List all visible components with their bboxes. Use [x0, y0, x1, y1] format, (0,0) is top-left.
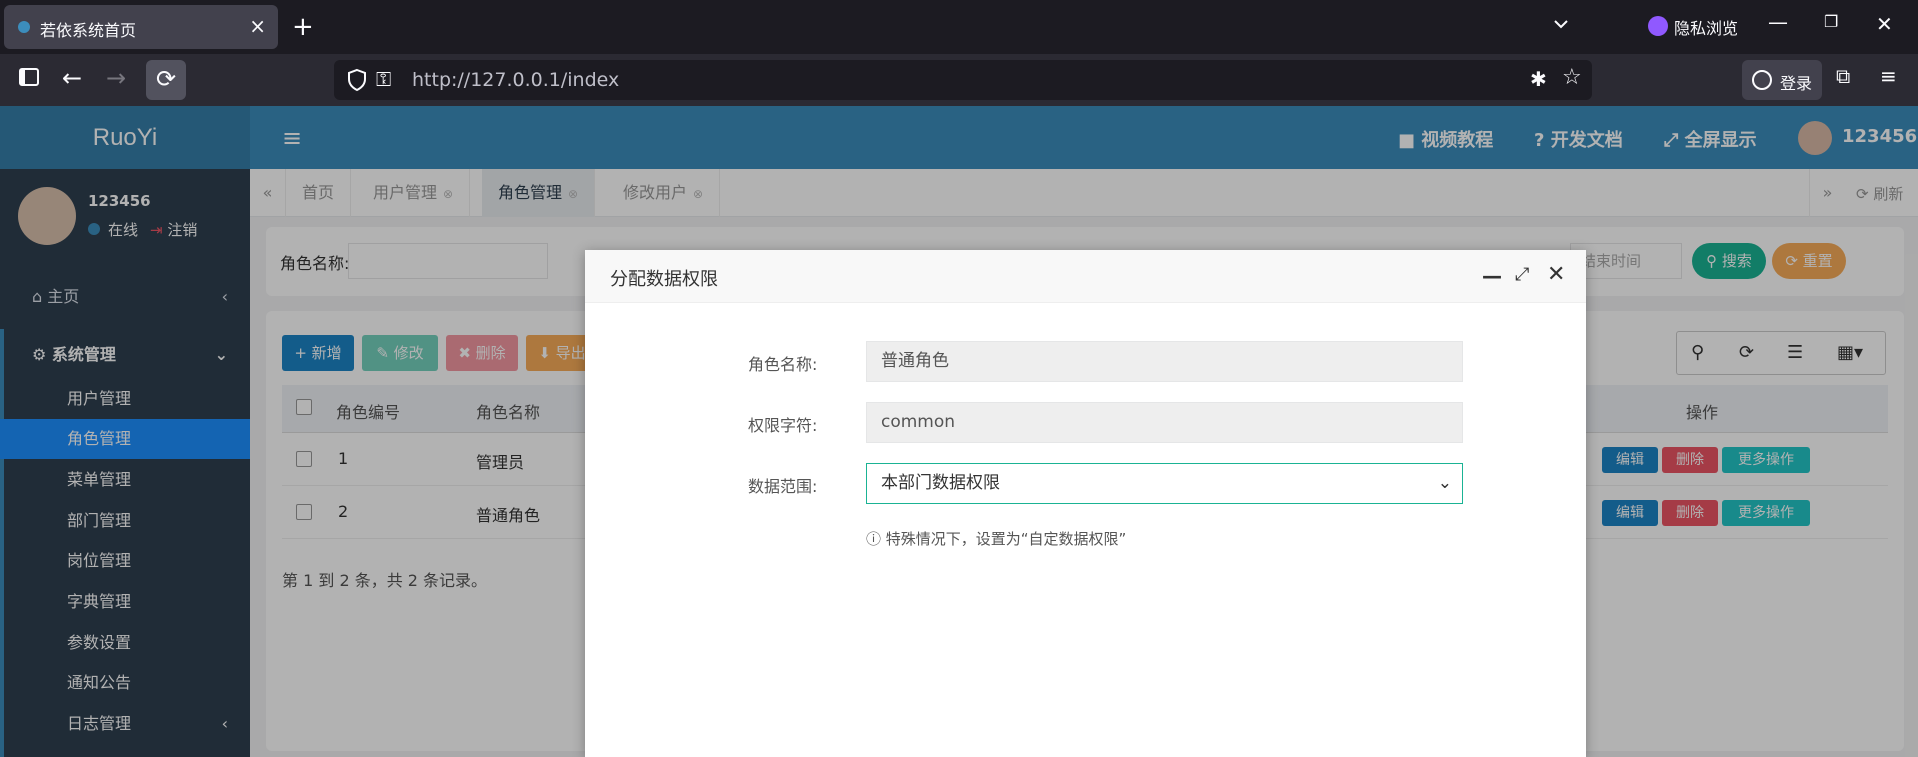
forward-button[interactable]: → — [106, 64, 126, 92]
browser-tabbar: 若依系统首页 × + 隐私浏览 — ❐ ✕ — [0, 0, 1918, 54]
account-icon — [1752, 70, 1772, 90]
back-button[interactable]: ← — [62, 64, 82, 92]
bookmark-star-icon[interactable]: ☆ — [1562, 65, 1582, 90]
tab-list-chevron-icon[interactable] — [1552, 14, 1570, 38]
private-mask-icon — [1648, 16, 1668, 36]
key-icon[interactable]: ⚿ — [376, 67, 391, 91]
close-icon[interactable]: ✕ — [1547, 262, 1565, 287]
data-scope-hint: ⓘ 特殊情况下，设置为“自定数据权限” — [866, 530, 1127, 548]
perm-key-label: 权限字符: — [748, 416, 818, 435]
data-scope-label: 数据范围: — [748, 477, 818, 496]
shield-icon[interactable] — [346, 68, 368, 96]
modal-header: 分配数据权限 — ⤢ ✕ — [585, 250, 1586, 303]
reload-button[interactable]: ⟳ — [146, 60, 186, 100]
browser-tab[interactable]: 若依系统首页 × — [4, 5, 278, 49]
account-login-button[interactable]: 登录 — [1742, 60, 1822, 100]
url-bar[interactable]: ⚿ http://127.0.0.1/index ✱ ☆ — [334, 60, 1592, 100]
sidebar-toggle-icon[interactable] — [18, 66, 40, 93]
favicon-icon — [18, 21, 30, 33]
minimize-icon[interactable]: — — [1482, 264, 1502, 288]
private-browsing-label: 隐私浏览 — [1674, 19, 1739, 38]
role-name-field[interactable]: 普通角色 — [866, 341, 1463, 382]
close-window-button[interactable]: ✕ — [1876, 12, 1893, 36]
minimize-window-button[interactable]: — — [1768, 10, 1788, 34]
extensions-icon[interactable]: ⧉ — [1836, 64, 1850, 88]
perm-key-field[interactable]: common — [866, 402, 1463, 443]
info-icon: ⓘ — [866, 530, 886, 548]
maximize-icon[interactable]: ⤢ — [1515, 264, 1529, 285]
browser-navbar: ← → ⟳ ⚿ http://127.0.0.1/index ✱ ☆ 登录 ⧉ … — [0, 54, 1918, 106]
url-text[interactable]: http://127.0.0.1/index — [412, 69, 619, 91]
chevron-down-icon: ⌄ — [1437, 473, 1452, 493]
close-tab-icon[interactable]: × — [249, 14, 266, 38]
modal-title: 分配数据权限 — [610, 269, 718, 290]
login-label: 登录 — [1780, 74, 1813, 93]
restore-window-button[interactable]: ❐ — [1824, 12, 1838, 31]
app-menu-icon[interactable]: ≡ — [1880, 64, 1897, 88]
new-tab-button[interactable]: + — [292, 12, 314, 42]
role-name-label: 角色名称: — [748, 355, 818, 374]
bug-icon[interactable]: ✱ — [1530, 67, 1547, 91]
browser-tab-title: 若依系统首页 — [40, 21, 137, 40]
data-scope-modal: 分配数据权限 — ⤢ ✕ 角色名称: 普通角色 权限字符: common 数据范… — [585, 250, 1586, 757]
data-scope-select[interactable]: 本部门数据权限 ⌄ — [866, 463, 1463, 504]
